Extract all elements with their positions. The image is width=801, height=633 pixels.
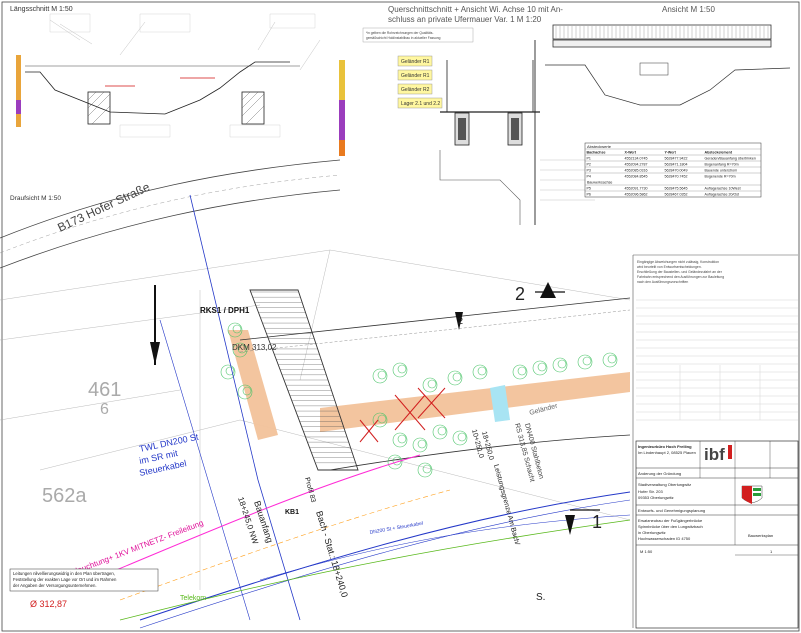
- label-elevation: Ø 312,87: [30, 599, 67, 609]
- logo-accent: [728, 445, 732, 459]
- coord-table-row: P4: [587, 174, 591, 178]
- coord-table-row: 5628467.0352: [665, 192, 688, 196]
- coord-table-row: P3: [587, 168, 591, 172]
- parcel-562a: 562a: [42, 485, 87, 507]
- note-bottom-left-3: der Angaben der Versorgungsunternehmen.: [13, 583, 97, 588]
- tb-scale: M 1:50: [640, 549, 653, 554]
- tb-project-2: Spinnbrücke über den Lungwitzbach: [638, 524, 703, 529]
- coord-table-row: 5628477.9422: [665, 156, 688, 160]
- note-top-center-2: gemäßschicht Holdinstabilbau in aktuelle…: [366, 36, 441, 40]
- coord-table-row: 5628475.5645: [665, 186, 688, 190]
- tb-row-header: Änderung der Gründung: [638, 471, 681, 476]
- label-rks: RKS1 / DPH1: [200, 306, 250, 315]
- legend-line: nach den Ausführungsvorschriften: [637, 280, 688, 284]
- note-top-center-1: *in gelben die Rohrzeichnungen der Quali…: [366, 31, 433, 35]
- coord-table-row: 5628471.1804: [665, 162, 688, 166]
- coord-table-section: Bauwerksachse: [587, 180, 612, 184]
- coord-table-row: P5: [587, 186, 591, 190]
- coord-table-row: P2: [587, 162, 591, 166]
- coord-table-row: 5628470.0049: [665, 168, 688, 172]
- parcel-6: 6: [100, 401, 109, 418]
- rail-label-1-text: Geländer R1: [401, 59, 430, 65]
- laengsschnitt-title: Längsschnitt M 1:50: [10, 6, 73, 13]
- coord-table-header: Bachachse: [587, 150, 606, 154]
- section-marker-1: 1: [592, 512, 602, 532]
- parcel-461: 461: [88, 379, 121, 401]
- bore-column-right: [339, 60, 345, 100]
- rail-label-3-text: Geländer R2: [401, 87, 430, 93]
- tb-company-addr: Im Lindenhaupt 2, 08525 Plauen: [638, 450, 696, 455]
- coord-table-row: 4552084.8545: [625, 174, 648, 178]
- title-block: Ingenieurbüro Hoch Freiling Im Lindenhau…: [635, 440, 799, 629]
- rail-label-2-text: Geländer R1: [401, 73, 430, 79]
- note-bottom-left-1: Leitungen nilvellierungswidrig in den Pl…: [13, 571, 115, 576]
- coord-table-row: 4552094.2787: [625, 162, 648, 166]
- coord-table-row: Auflagerachse 20/Ost: [705, 192, 740, 196]
- tb-client-3: 09353 Oberlungwitz: [638, 495, 674, 500]
- bore-column-left: [16, 55, 21, 127]
- coord-table-row: 4552091.7730: [625, 186, 648, 190]
- coord-table-row: Bauende unterstrom: [705, 168, 738, 172]
- logo-text: ibf: [704, 445, 725, 464]
- rail-label-4-text: Lager 2.1 und 2.2: [401, 101, 440, 107]
- coord-table-row: Bogenende R=70m: [705, 174, 736, 178]
- coordinate-table: AbsteckwerteBachachse X-Wert Y-Wert Absteck…: [584, 142, 762, 198]
- label-dkm: DKM 313,02: [232, 343, 277, 352]
- legend-line: wird beurteilt von Entwurfsentscheidunge…: [637, 265, 702, 269]
- bore-column-left-2: [16, 100, 21, 114]
- tb-client-1: Stadtverwaltung Oberlungwitz: [638, 482, 691, 487]
- coord-table-row: 5628470.7452: [665, 174, 688, 178]
- draufsicht-title: Draufsicht M 1:50: [10, 195, 61, 202]
- label-kb1: KB1: [285, 509, 299, 516]
- coord-table-row: 4552134.0745: [625, 156, 648, 160]
- section-marker-2b: 2: [458, 316, 463, 326]
- tb-plan-type: Bauwerksplan: [748, 533, 773, 538]
- querschnitt-title-1: Querschnittschnitt + Ansicht Wi. Achse 1…: [388, 5, 563, 14]
- coord-table-row: Geraden/Bauanfang übertrinken: [705, 156, 756, 160]
- tb-project-4: Hochwasserschaden ID 4750: [638, 536, 691, 541]
- tb-project-3: in Oberlungwitz: [638, 530, 666, 535]
- tb-client-2: Hofer Str. 203: [638, 489, 663, 494]
- coord-table-header: Y-Wert: [665, 150, 677, 154]
- section-marker-2a: 2: [515, 284, 525, 304]
- coord-table-row: Auflagerachse 10West: [705, 186, 741, 190]
- deck-view: [552, 39, 772, 48]
- legend-line: Erschließung der Baustellen- und Gelände…: [637, 270, 723, 274]
- coord-table-row: P6: [587, 192, 591, 196]
- ansicht-title: Ansicht M 1:50: [662, 5, 715, 14]
- coord-table-row: 4552085.0316: [625, 168, 648, 172]
- bore-column-right-3: [339, 140, 345, 156]
- bore-column-right-2: [339, 100, 345, 140]
- note-bottom-left-2: Feststellung der exakten Lage vor Ort un…: [13, 577, 117, 582]
- legend-line: Fahrbahn entsprechend den Ausführungen z…: [637, 275, 724, 279]
- coord-table-row: 4552096.5862: [625, 192, 648, 196]
- drawing-sheet: Längsschnitt M 1:50 Querschnittschnitt +…: [0, 1, 800, 632]
- querschnitt-title-2: schluss an private Ufermauer Var. 1 M 1:…: [388, 15, 542, 24]
- qs-beam-left: [458, 118, 466, 140]
- label-telekom: Telekom: [180, 595, 206, 602]
- qs-beam-right: [511, 118, 519, 140]
- tb-company: Ingenieurbüro Hoch Freiling: [638, 444, 692, 449]
- tb-phase: Entwurfs- und Genehmigungsplanung: [638, 508, 705, 513]
- coord-table-row: Bogenanfang R=70m: [705, 162, 739, 166]
- coord-table-row: P1: [587, 156, 591, 160]
- coord-table-header: X-Wert: [625, 150, 637, 154]
- coord-table-header: Absteckelement: [705, 150, 733, 154]
- legend-line: Eingängige Abweichungen nicht zulässig, …: [637, 260, 719, 264]
- coord-table-title: Absteckwerte: [587, 144, 612, 149]
- label-s: S.: [536, 592, 545, 603]
- tb-project-1: Ersatzneubau der Fußgängerbrücke: [638, 518, 703, 523]
